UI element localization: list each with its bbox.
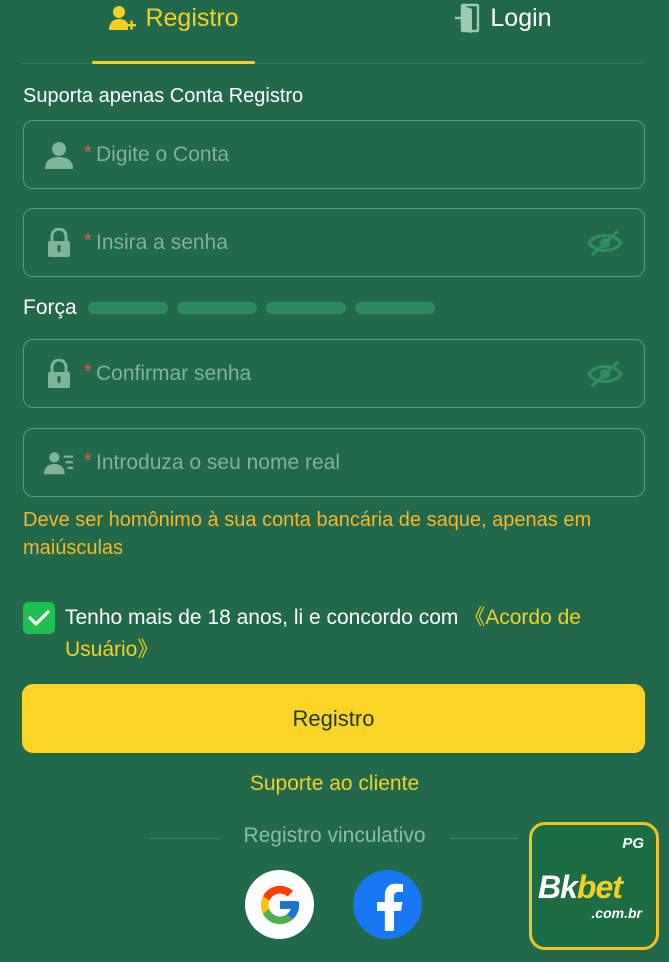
confirm-password-input[interactable] xyxy=(96,340,576,407)
eye-off-icon[interactable] xyxy=(586,228,624,258)
form-subtitle: Suporta apenas Conta Registro xyxy=(23,85,304,107)
tab-register[interactable]: Registro xyxy=(92,0,254,50)
password-input[interactable] xyxy=(96,209,576,276)
google-login-button[interactable] xyxy=(245,870,314,939)
google-icon xyxy=(260,885,299,924)
logo-brand: Bkbet xyxy=(538,869,623,906)
agreement-text: Tenho mais de 18 anos, li e concordo com… xyxy=(65,602,625,666)
agreement-statement: Tenho mais de 18 anos, li e concordo com xyxy=(65,606,465,629)
required-mark: * xyxy=(84,230,92,252)
account-input[interactable] xyxy=(96,121,576,188)
confirm-password-field: * xyxy=(23,339,645,408)
required-mark: * xyxy=(84,361,92,383)
required-mark: * xyxy=(84,142,92,164)
lock-icon xyxy=(44,358,74,389)
auth-tabs: Registro Login xyxy=(22,0,644,64)
strength-label: Força xyxy=(23,296,77,319)
tab-register-label: Registro xyxy=(145,3,239,32)
required-mark: * xyxy=(84,450,92,472)
id-card-user-icon xyxy=(44,448,74,478)
checkmark-icon xyxy=(28,610,50,626)
strength-bar xyxy=(354,302,435,314)
bkbet-logo: PG Bkbet .com.br xyxy=(529,822,659,950)
password-field: * xyxy=(23,208,645,277)
eye-off-icon[interactable] xyxy=(586,359,624,389)
user-add-icon xyxy=(107,3,137,33)
logo-brand-part1: Bk xyxy=(538,869,578,905)
login-door-icon xyxy=(454,3,482,33)
register-button[interactable]: Registro xyxy=(22,684,645,753)
agreement-checkbox[interactable] xyxy=(23,602,55,634)
divider-line xyxy=(449,838,519,839)
password-strength: Força xyxy=(23,293,444,323)
active-tab-indicator xyxy=(92,61,255,64)
realname-input[interactable] xyxy=(96,429,576,496)
account-field: * xyxy=(23,120,645,189)
logo-domain: .com.br xyxy=(591,905,642,921)
customer-support-link[interactable]: Suporte ao cliente xyxy=(0,772,669,796)
strength-bar xyxy=(265,302,346,314)
strength-bar xyxy=(176,302,257,314)
tab-login[interactable]: Login xyxy=(438,0,568,50)
strength-bar xyxy=(87,302,168,314)
facebook-icon xyxy=(376,883,403,931)
logo-brand-part2: bet xyxy=(576,869,623,905)
facebook-login-button[interactable] xyxy=(353,870,422,939)
realname-hint: Deve ser homônimo à sua conta bancária d… xyxy=(23,509,592,559)
user-icon xyxy=(44,140,74,170)
tab-login-label: Login xyxy=(490,3,552,32)
logo-pg-badge: PG xyxy=(622,835,644,852)
lock-icon xyxy=(44,227,74,258)
realname-field: * xyxy=(23,428,645,497)
